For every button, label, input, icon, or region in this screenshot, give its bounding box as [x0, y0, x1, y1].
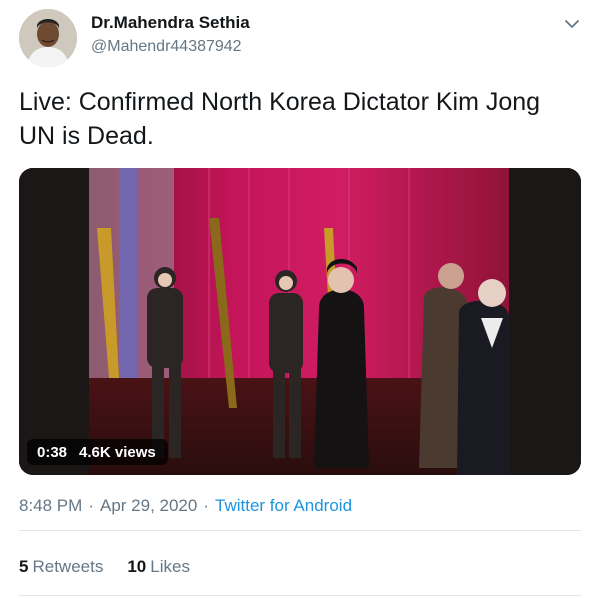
- likes-stat[interactable]: 10 Likes: [127, 557, 190, 577]
- video-views: 4.6K views: [79, 443, 156, 461]
- video-player[interactable]: [19, 168, 581, 475]
- video-duration: 0:38: [37, 443, 68, 461]
- video-thumbnail: [19, 168, 581, 475]
- avatar[interactable]: [19, 9, 77, 67]
- likes-count: 10: [127, 557, 147, 576]
- avatar-image: [19, 9, 77, 67]
- video-info-badge: 0:38 4.6K views: [27, 439, 168, 465]
- retweets-stat[interactable]: 5 Retweets: [19, 557, 103, 577]
- retweets-label: Retweets: [32, 557, 104, 576]
- chevron-down-icon: [565, 19, 579, 28]
- retweets-count: 5: [19, 557, 29, 576]
- tweet-source-link[interactable]: Twitter for Android: [215, 496, 352, 515]
- likes-label: Likes: [150, 557, 190, 576]
- tweet-meta: 8:48 PM · Apr 29, 2020 · Twitter for Android: [19, 496, 352, 516]
- tweet-card: Dr.Mahendra Sethia @Mahendr44387942 Live…: [0, 0, 593, 598]
- author-name[interactable]: Dr.Mahendra Sethia: [91, 13, 250, 33]
- tweet-text: Live: Confirmed North Korea Dictator Kim…: [19, 88, 541, 150]
- more-options-button[interactable]: [561, 13, 583, 35]
- meta-separator: ·: [88, 496, 94, 515]
- meta-separator: ·: [203, 496, 210, 515]
- author-handle[interactable]: @Mahendr44387942: [91, 38, 242, 56]
- tweet-stats: 5 Retweets 10 Likes: [19, 557, 190, 577]
- tweet-time[interactable]: 8:48 PM: [19, 496, 82, 515]
- tweet-date[interactable]: Apr 29, 2020: [100, 496, 197, 515]
- divider: [19, 530, 581, 531]
- divider: [19, 595, 581, 596]
